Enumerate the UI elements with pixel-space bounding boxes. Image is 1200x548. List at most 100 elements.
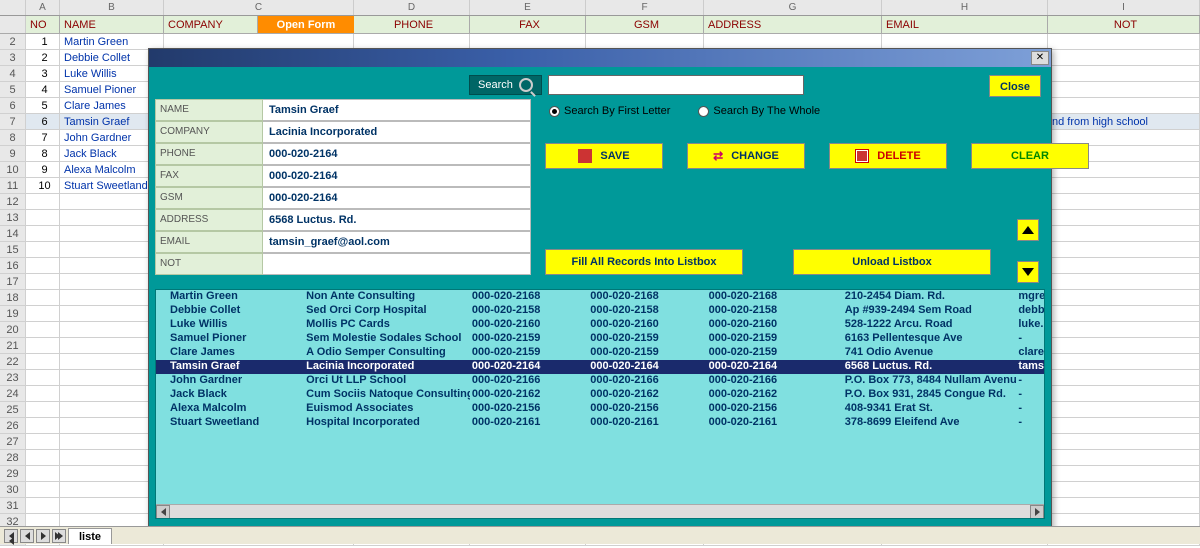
list-item[interactable]: Debbie ColletSed Orci Corp Hospital000-0… xyxy=(156,304,1044,318)
row-number[interactable]: 9 xyxy=(0,146,26,161)
chevron-down-icon xyxy=(1022,268,1034,276)
close-icon[interactable]: ✕ xyxy=(1031,51,1049,65)
field-gsm[interactable]: 000-020-2164 xyxy=(263,187,531,209)
cell-not[interactable] xyxy=(1048,66,1200,81)
row-number[interactable]: 2 xyxy=(0,34,26,49)
cell-not[interactable] xyxy=(1048,50,1200,65)
header-email: EMAIL xyxy=(882,16,1048,33)
cell-phone[interactable] xyxy=(354,34,470,49)
change-icon: ⇄ xyxy=(713,149,723,163)
field-address[interactable]: 6568 Luctus. Rd. xyxy=(263,209,531,231)
cell-email[interactable] xyxy=(882,34,1048,49)
field-fax[interactable]: 000-020-2164 xyxy=(263,165,531,187)
cell-no[interactable]: 2 xyxy=(26,50,60,65)
form-panel: NAMETamsin Graef COMPANYLacinia Incorpor… xyxy=(155,99,531,275)
label-name: NAME xyxy=(155,99,263,121)
header-address: ADDRESS xyxy=(704,16,882,33)
cell-name[interactable]: Martin Green xyxy=(60,34,164,49)
row-number[interactable]: 6 xyxy=(0,98,26,113)
field-name[interactable]: Tamsin Graef xyxy=(263,99,531,121)
tab-nav-next[interactable] xyxy=(36,529,50,543)
field-headers-row: NO NAME COMPANY Open Form PHONE FAX GSM … xyxy=(0,16,1200,34)
col-H[interactable]: H xyxy=(882,0,1048,15)
list-item[interactable]: Tamsin GraefLacinia Incorporated000-020-… xyxy=(156,360,1044,374)
radio-whole[interactable]: Search By The Whole xyxy=(698,105,820,117)
cell-not[interactable] xyxy=(1048,178,1200,193)
list-item[interactable]: Clare JamesA Odio Semper Consulting000-0… xyxy=(156,346,1044,360)
close-button[interactable]: Close xyxy=(989,75,1041,97)
sheet-tab[interactable]: liste xyxy=(68,528,112,544)
tab-nav-prev[interactable] xyxy=(20,529,34,543)
row-number[interactable]: 11 xyxy=(0,178,26,193)
radio-first-letter[interactable]: Search By First Letter xyxy=(549,105,670,117)
search-text: Search xyxy=(478,79,513,91)
cell-no[interactable]: 5 xyxy=(26,98,60,113)
delete-button[interactable]: DELETE xyxy=(829,143,947,169)
list-item[interactable]: Luke WillisMollis PC Cards000-020-216000… xyxy=(156,318,1044,332)
col-D[interactable]: D xyxy=(354,0,470,15)
scrollbar-right-icon[interactable] xyxy=(1030,505,1044,519)
radio-icon xyxy=(698,106,709,117)
list-item[interactable]: Jack BlackCum Sociis Natoque Consulting0… xyxy=(156,388,1044,402)
header-gsm: GSM xyxy=(586,16,704,33)
cell-not[interactable] xyxy=(1048,34,1200,49)
cell-no[interactable]: 1 xyxy=(26,34,60,49)
save-button[interactable]: SAVE xyxy=(545,143,663,169)
cell-gsm[interactable] xyxy=(586,34,704,49)
list-item[interactable]: Martin GreenNon Ante Consulting000-020-2… xyxy=(156,290,1044,304)
cell-no[interactable]: 6 xyxy=(26,114,60,129)
cell-no[interactable]: 9 xyxy=(26,162,60,177)
cell-no[interactable]: 3 xyxy=(26,66,60,81)
tab-nav-first[interactable] xyxy=(4,529,18,543)
clear-button[interactable]: CLEAR xyxy=(971,143,1089,169)
cell-address[interactable] xyxy=(704,34,882,49)
field-phone[interactable]: 000-020-2164 xyxy=(263,143,531,165)
row-number[interactable]: 7 xyxy=(0,114,26,129)
listbox[interactable]: Martin GreenNon Ante Consulting000-020-2… xyxy=(155,289,1045,519)
row-number[interactable]: 4 xyxy=(0,66,26,81)
cell-no[interactable]: 4 xyxy=(26,82,60,97)
row-number[interactable]: 8 xyxy=(0,130,26,145)
open-form-button[interactable]: Open Form xyxy=(258,16,354,33)
col-C[interactable]: C xyxy=(164,0,354,15)
col-G[interactable]: G xyxy=(704,0,882,15)
radio-icon xyxy=(549,106,560,117)
list-item[interactable]: Samuel PionerSem Molestie Sodales School… xyxy=(156,332,1044,346)
corner-cell[interactable] xyxy=(0,0,26,15)
list-item[interactable]: Alexa MalcolmEuismod Associates000-020-2… xyxy=(156,402,1044,416)
cell-no[interactable]: 10 xyxy=(26,178,60,193)
listbox-scrollbar[interactable] xyxy=(156,504,1044,518)
arrow-down-button[interactable] xyxy=(1017,261,1039,283)
scrollbar-left-icon[interactable] xyxy=(156,505,170,519)
delete-icon xyxy=(855,149,869,163)
cell-not[interactable] xyxy=(1048,98,1200,113)
field-not[interactable] xyxy=(263,253,531,275)
field-company[interactable]: Lacinia Incorporated xyxy=(263,121,531,143)
fill-listbox-button[interactable]: Fill All Records Into Listbox xyxy=(545,249,743,275)
row-number[interactable]: 10 xyxy=(0,162,26,177)
cell-not[interactable]: nd from high school xyxy=(1048,114,1200,129)
cell-no[interactable]: 7 xyxy=(26,130,60,145)
list-item[interactable]: John GardnerOrci Ut LLP School000-020-21… xyxy=(156,374,1044,388)
search-input[interactable] xyxy=(548,75,804,95)
unload-listbox-button[interactable]: Unload Listbox xyxy=(793,249,991,275)
change-button[interactable]: ⇄CHANGE xyxy=(687,143,805,169)
label-not: NOT xyxy=(155,253,263,275)
modal-titlebar[interactable]: ✕ xyxy=(149,49,1051,67)
row-number[interactable]: 3 xyxy=(0,50,26,65)
cell-not[interactable] xyxy=(1048,82,1200,97)
cell-no[interactable]: 8 xyxy=(26,146,60,161)
col-F[interactable]: F xyxy=(586,0,704,15)
row-number[interactable]: 5 xyxy=(0,82,26,97)
chevron-up-icon xyxy=(1022,226,1034,234)
tab-nav-last[interactable] xyxy=(52,529,66,543)
col-B[interactable]: B xyxy=(60,0,164,15)
list-item[interactable]: Stuart SweetlandHospital Incorporated000… xyxy=(156,416,1044,430)
field-email[interactable]: tamsin_graef@aol.com xyxy=(263,231,531,253)
col-I[interactable]: I xyxy=(1048,0,1200,15)
cell-fax[interactable] xyxy=(470,34,586,49)
col-A[interactable]: A xyxy=(26,0,60,15)
arrow-up-button[interactable] xyxy=(1017,219,1039,241)
cell-company[interactable] xyxy=(164,34,354,49)
col-E[interactable]: E xyxy=(470,0,586,15)
